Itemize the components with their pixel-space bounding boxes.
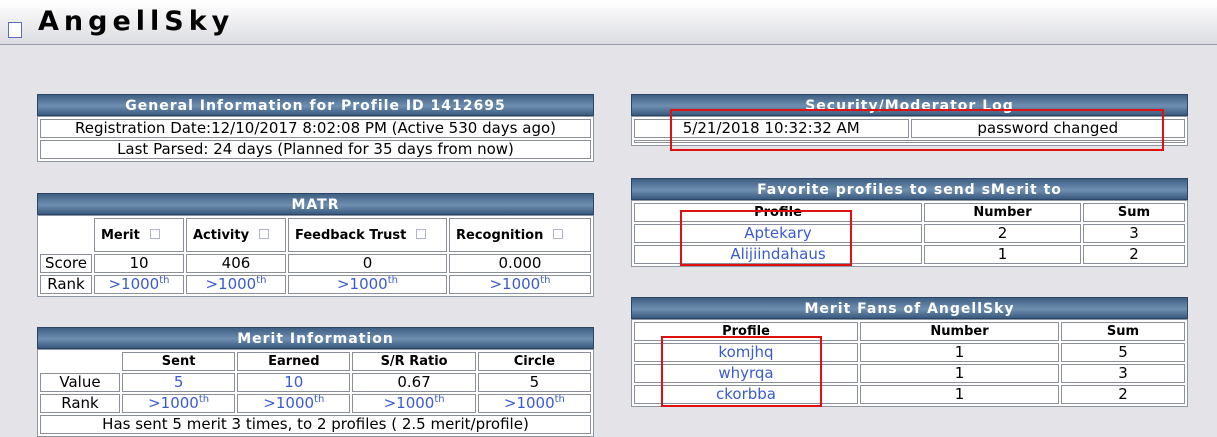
rank-link[interactable]: >1000th	[108, 275, 169, 293]
highlight-box-fans	[661, 336, 822, 407]
merit-sent-link[interactable]: 5	[174, 373, 184, 391]
merit-fans-title: Merit Fans of AngellSky	[631, 297, 1188, 319]
matr-score-feedback-trust: 0	[288, 254, 447, 273]
matr-col-merit: Merit	[94, 218, 184, 252]
matr-col-activity: Activity	[186, 218, 286, 252]
rank-link[interactable]: >1000th	[205, 275, 266, 293]
fans-col-sum: Sum	[1061, 322, 1185, 341]
merit-value-row: Value 5 10 0.67 5	[40, 373, 591, 392]
merit-col-sent: Sent	[122, 352, 236, 371]
matr-title: MATR	[37, 193, 594, 215]
rank-link[interactable]: >1000th	[263, 394, 324, 412]
top-bar: AngellSky	[0, 0, 1217, 45]
general-info-panel: General Information for Profile ID 14126…	[37, 94, 594, 162]
matr-col-feedback-trust: Feedback Trust	[288, 218, 447, 252]
info-icon[interactable]	[149, 229, 160, 239]
registration-date: Registration Date:12/10/2017 8:02:08 PM …	[40, 119, 591, 138]
favorites-col-sum: Sum	[1083, 203, 1185, 222]
merit-info-panel: Merit Information Sent Earned S/R Ratio …	[37, 327, 594, 437]
info-icon[interactable]	[416, 229, 427, 239]
highlight-box-favorites	[680, 210, 852, 266]
matr-score-merit: 10	[94, 254, 184, 273]
rank-link[interactable]: >1000th	[148, 394, 209, 412]
merit-circle: 5	[477, 373, 591, 392]
info-icon[interactable]	[553, 229, 564, 239]
matr-panel: MATR Merit Activity Feedback Trust Recog…	[37, 193, 594, 297]
matr-col-recognition: Recognition	[449, 218, 591, 252]
matr-rank-row: Rank >1000th >1000th >1000th >1000th	[40, 275, 591, 294]
rank-link[interactable]: >1000th	[337, 275, 398, 293]
matr-score-activity: 406	[186, 254, 286, 273]
fans-col-number: Number	[860, 322, 1059, 341]
merit-col-earned: Earned	[237, 352, 351, 371]
merit-sr-ratio: 0.67	[352, 373, 476, 392]
merit-col-circle: Circle	[477, 352, 591, 371]
merit-col-sr-ratio: S/R Ratio	[352, 352, 476, 371]
general-info-title: General Information for Profile ID 14126…	[37, 94, 594, 116]
rank-link[interactable]: >1000th	[489, 275, 550, 293]
info-icon[interactable]	[259, 229, 270, 239]
last-parsed: Last Parsed: 24 days (Planned for 35 day…	[40, 140, 591, 159]
matr-score-row: Score 10 406 0 0.000	[40, 254, 591, 273]
rank-link[interactable]: >1000th	[384, 394, 445, 412]
merit-info-title: Merit Information	[37, 327, 594, 349]
favorites-col-number: Number	[924, 203, 1081, 222]
highlight-box-security	[670, 109, 1164, 151]
matr-score-recognition: 0.000	[449, 254, 591, 273]
site-icon	[8, 22, 22, 38]
page-title: AngellSky	[38, 6, 235, 37]
merit-earned-link[interactable]: 10	[284, 373, 303, 391]
rank-link[interactable]: >1000th	[504, 394, 565, 412]
merit-rank-row: Rank >1000th >1000th >1000th >1000th	[40, 394, 591, 413]
merit-summary: Has sent 5 merit 3 times, to 2 profiles …	[40, 415, 591, 434]
favorites-title: Favorite profiles to send sMerit to	[631, 178, 1188, 200]
